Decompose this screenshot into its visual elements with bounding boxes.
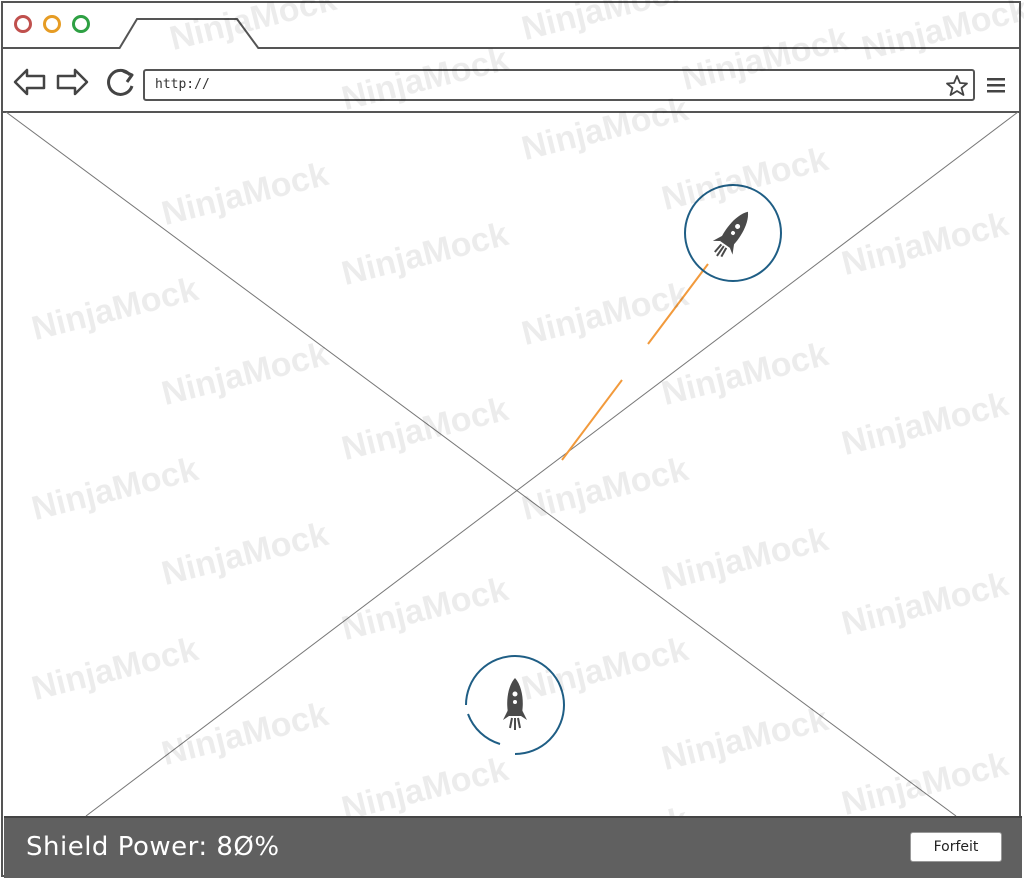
hamburger-menu-icon[interactable] bbox=[987, 77, 1007, 93]
close-window-dot[interactable] bbox=[14, 15, 32, 33]
url-text: http:// bbox=[155, 77, 210, 92]
enemy-ship[interactable] bbox=[682, 182, 784, 284]
title-bar bbox=[3, 3, 1019, 49]
arrow-left-icon bbox=[13, 68, 46, 96]
rocket-icon bbox=[712, 211, 748, 258]
forward-button[interactable] bbox=[55, 67, 89, 97]
maximize-window-dot[interactable] bbox=[72, 15, 90, 33]
address-bar[interactable]: http:// bbox=[143, 69, 975, 101]
player-ship[interactable] bbox=[462, 652, 568, 758]
shield-power-label: Shield Power: 8Ø% bbox=[26, 832, 280, 862]
browser-tab[interactable] bbox=[117, 15, 263, 49]
status-bar: Shield Power: 8Ø% Forfeit bbox=[4, 816, 1022, 878]
star-icon[interactable] bbox=[945, 74, 969, 98]
navigation-bar: http:// bbox=[3, 49, 1019, 113]
rocket-icon bbox=[503, 678, 527, 730]
arrow-right-icon bbox=[56, 68, 89, 96]
back-button[interactable] bbox=[13, 67, 47, 97]
reload-icon bbox=[107, 68, 134, 96]
forfeit-button[interactable]: Forfeit bbox=[910, 832, 1002, 862]
minimize-window-dot[interactable] bbox=[43, 15, 61, 33]
laser-shot bbox=[561, 379, 623, 461]
game-viewport[interactable] bbox=[6, 112, 1018, 816]
reload-button[interactable] bbox=[103, 67, 137, 97]
